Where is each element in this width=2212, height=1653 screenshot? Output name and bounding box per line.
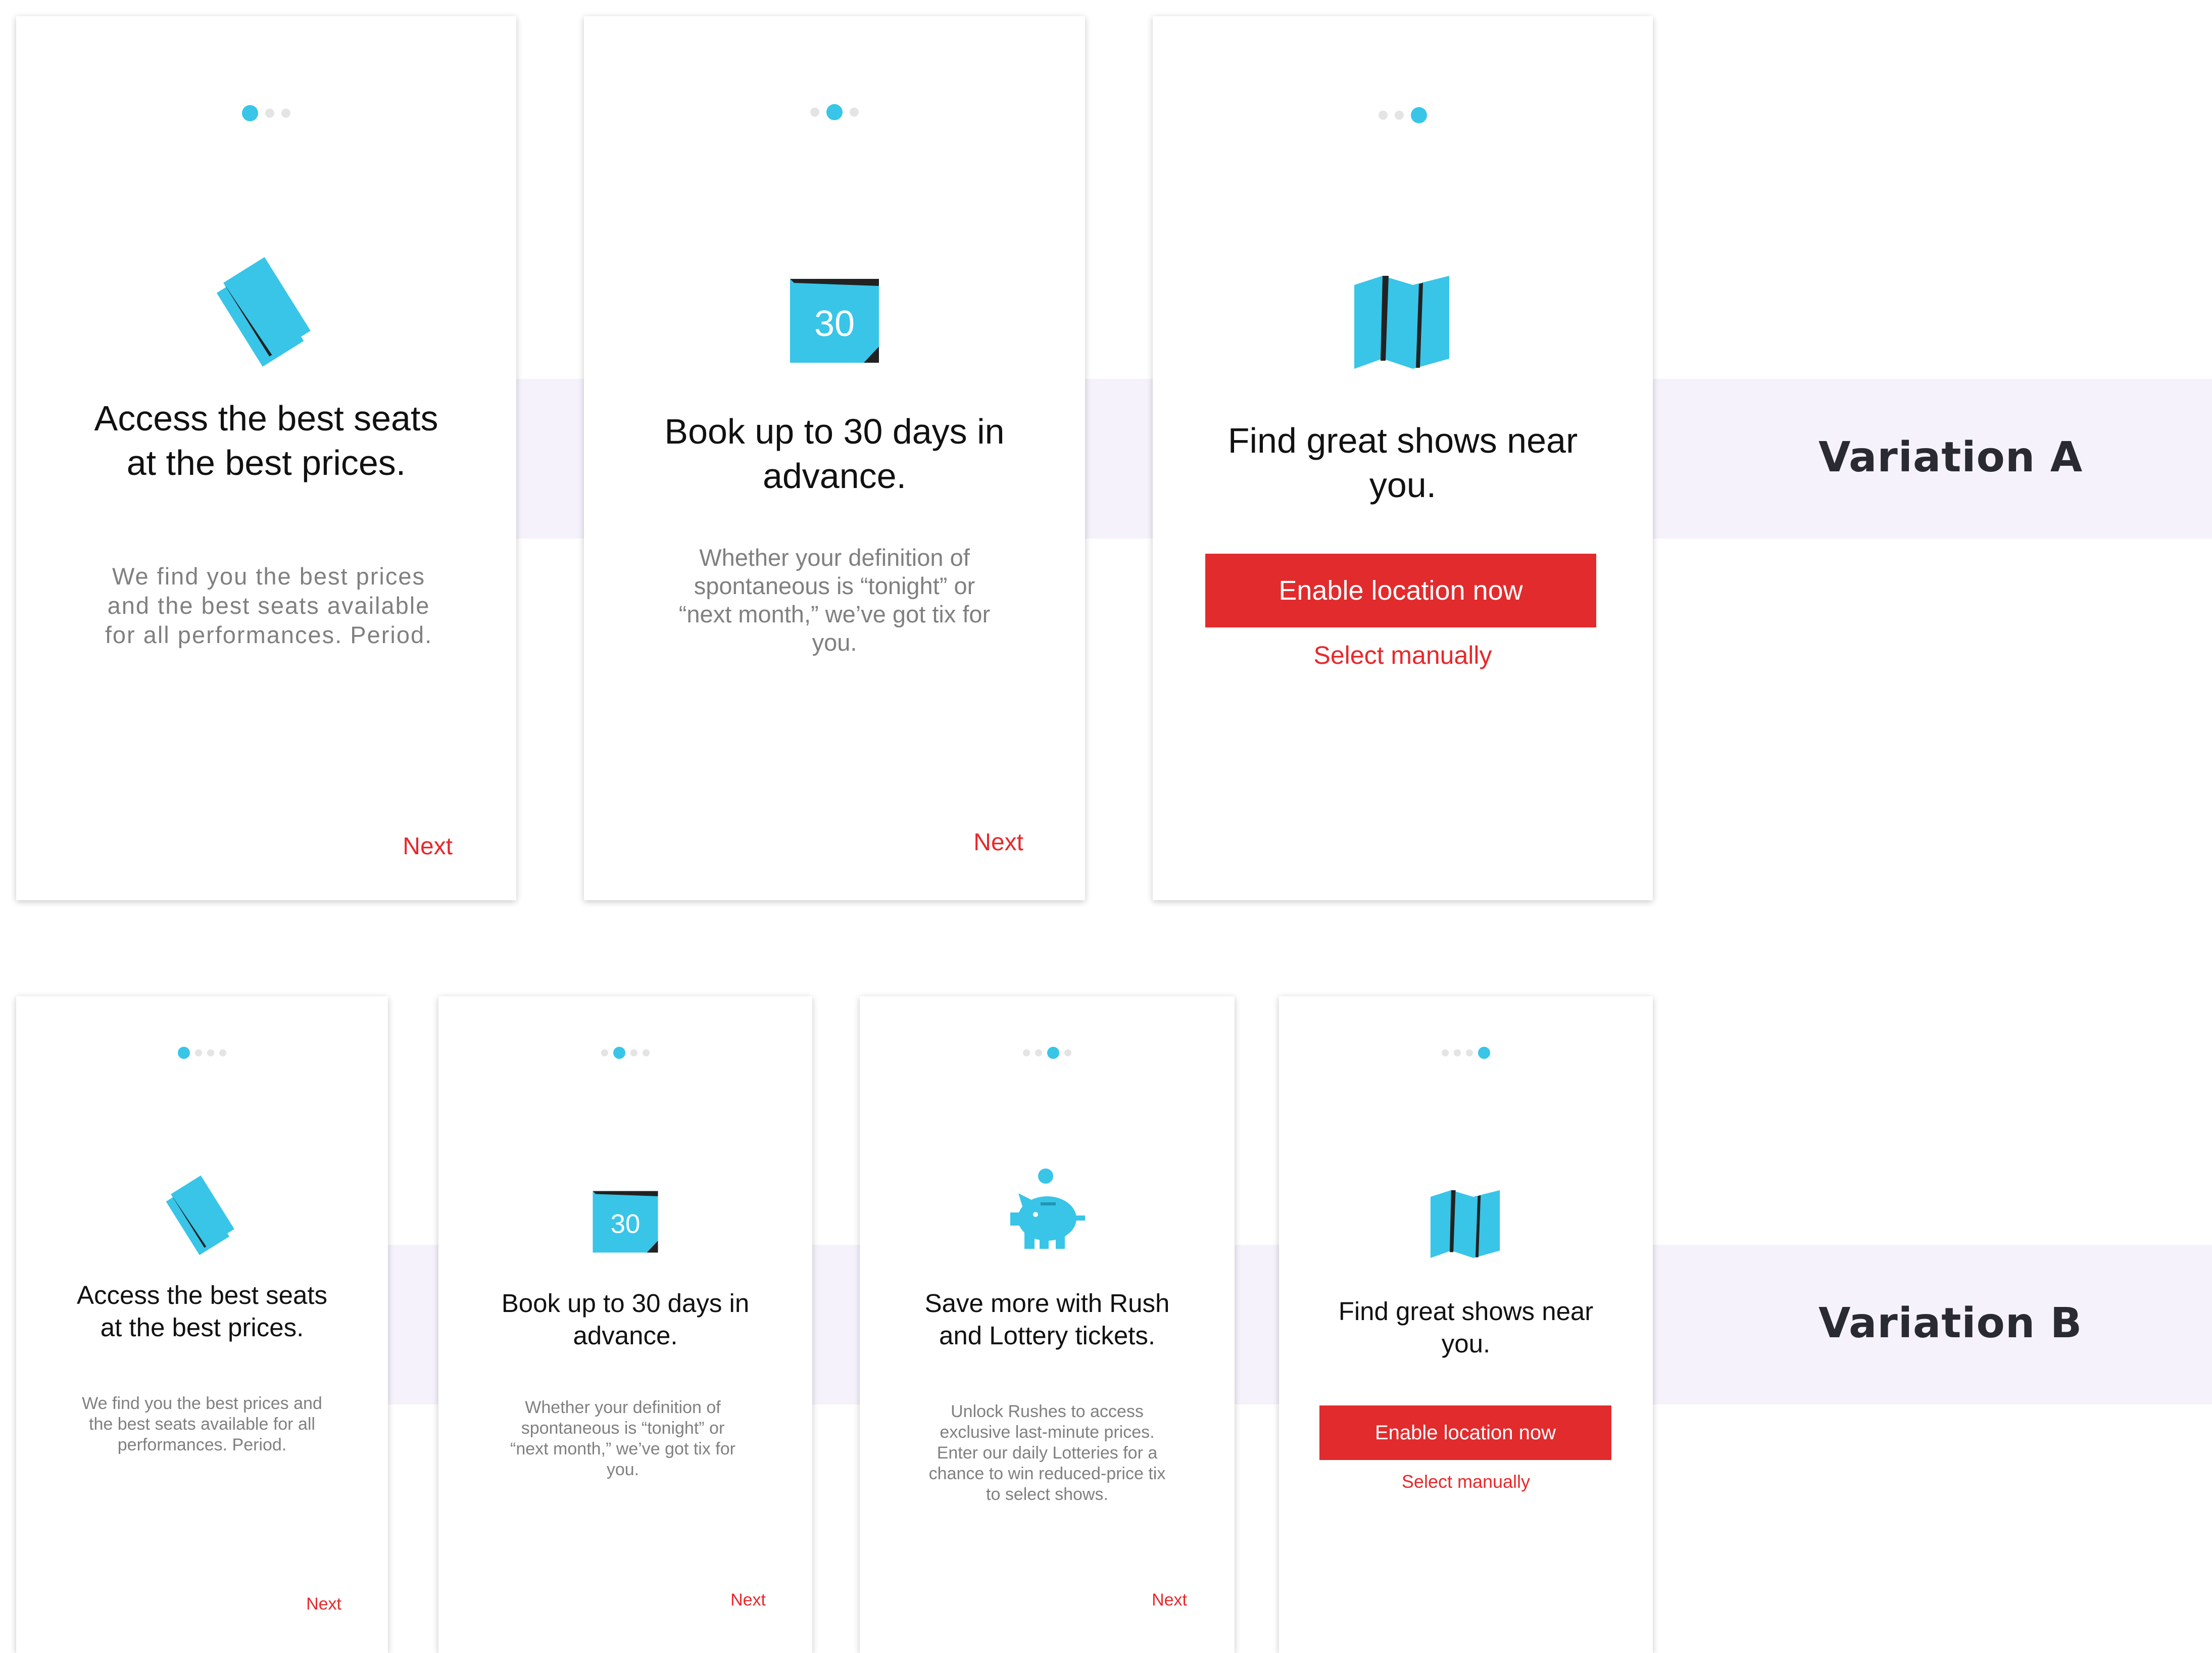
page-indicator [16,105,516,121]
calendar-number: 30 [814,304,855,344]
page-dot [630,1049,637,1056]
page-dot [601,1049,608,1056]
screen-title: Access the best seats at the best prices… [76,1281,328,1342]
screen-title: Access the best seats at the best prices… [94,399,438,482]
next-button[interactable]: Next [306,1594,341,1614]
screen-title: Save more with Rush and Lottery tickets. [924,1289,1170,1350]
page-dot-active [1411,107,1427,123]
next-button[interactable]: Next [730,1590,766,1610]
next-button[interactable]: Next [1152,1590,1187,1610]
calendar-number: 30 [611,1209,641,1239]
page-dot-active [1478,1047,1490,1059]
page-dot [1466,1049,1473,1056]
page-dot [643,1049,650,1056]
select-manually-link[interactable]: Select manually [1153,641,1653,670]
enable-location-button[interactable]: Enable location now [1319,1405,1611,1460]
page-indicator [1153,107,1653,123]
enable-location-button[interactable]: Enable location now [1205,554,1596,627]
map-icon [1430,1190,1500,1258]
variation-a-screen-2: 30 Book up to 30 days in advance. Whethe… [584,16,1085,900]
calendar-icon: 30 [593,1191,658,1253]
page-dot [1379,111,1388,120]
page-dot [1023,1049,1030,1056]
page-indicator [860,1047,1235,1059]
variation-b-label: Variation B [1818,1299,2083,1347]
page-dot [1454,1049,1461,1056]
page-dot-active [178,1047,190,1059]
select-manually-link[interactable]: Select manually [1279,1471,1653,1492]
piggy-bank-icon [1010,1169,1085,1249]
next-button[interactable]: Next [403,833,453,860]
page-dot [219,1049,226,1056]
page-dot [195,1049,202,1056]
screen-body: Unlock Rushes to access exclusive last-m… [928,1402,1166,1504]
page-indicator [16,1047,388,1059]
variation-b-screen-4: Find great shows near you. Enable locati… [1279,996,1653,1653]
variation-a-screen-3: Find great shows near you. Enable locati… [1153,16,1653,900]
screen-body: Whether your definition of spontaneous i… [678,544,991,656]
page-dot [1035,1049,1042,1056]
page-dot-active [826,104,843,120]
variation-a-label: Variation A [1818,433,2083,481]
page-indicator [1279,1047,1653,1059]
screen-body: Whether your definition of spontaneous i… [510,1398,735,1479]
page-dot [850,108,859,117]
screen-title: Book up to 30 days in advance. [501,1289,750,1350]
screen-body: We find you the best prices and the best… [105,563,433,648]
screen-title: Find great shows near you. [1338,1297,1594,1358]
calendar-icon: 30 [790,279,879,363]
variation-a-screen-1: Access the best seats at the best prices… [16,16,516,900]
page-indicator [584,104,1085,120]
page-dot [1064,1049,1071,1056]
page-dot [281,109,290,118]
page-dot [207,1049,214,1056]
next-button[interactable]: Next [973,829,1023,856]
page-dot [1442,1049,1449,1056]
page-dot-active [1047,1047,1059,1059]
screen-title: Book up to 30 days in advance. [664,412,1005,496]
page-dot-active [242,105,258,121]
screen-body: We find you the best prices and the best… [82,1394,322,1454]
page-indicator [438,1047,812,1059]
map-icon [1354,276,1449,369]
tickets-icon [166,1175,234,1255]
variation-b-screen-3: Save more with Rush and Lottery tickets.… [860,996,1235,1653]
screen-title: Find great shows near you. [1227,421,1578,505]
page-dot [810,108,819,117]
tickets-icon [216,257,311,367]
variation-b-screen-2: 30 Book up to 30 days in advance. Whethe… [438,996,812,1653]
page-dot-active [613,1047,625,1059]
page-dot [1395,111,1404,120]
page-dot [265,109,274,118]
variation-b-screen-1: Access the best seats at the best prices… [16,996,388,1653]
